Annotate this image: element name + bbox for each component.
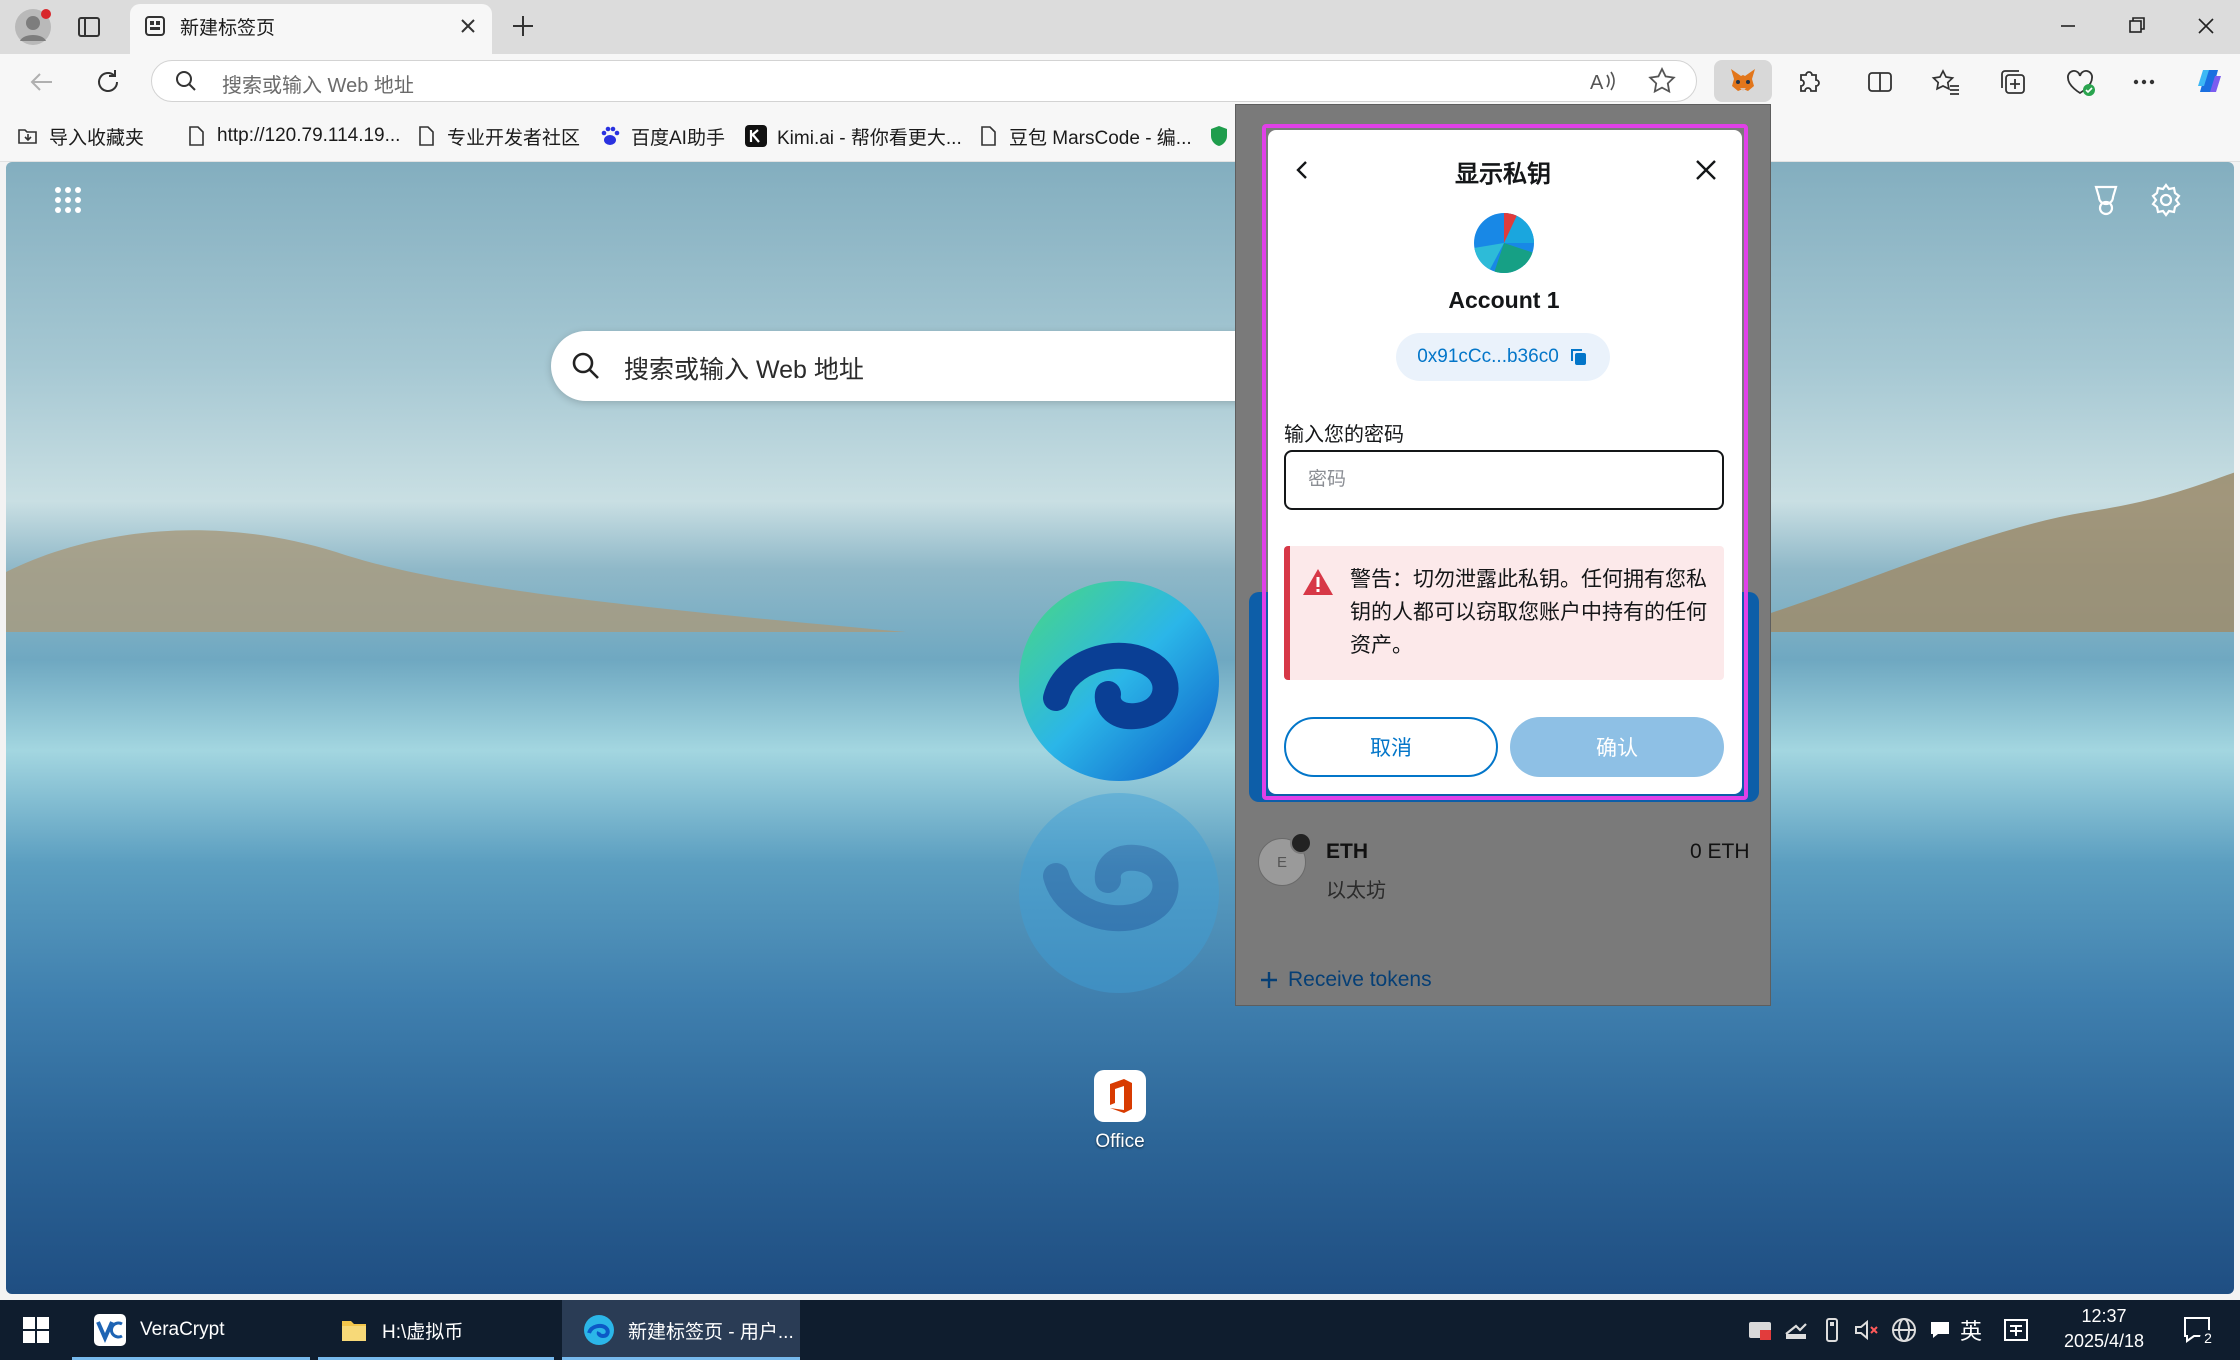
- baidu-paw-icon: [598, 124, 622, 148]
- address-bar-placeholder: 搜索或输入 Web 地址: [222, 75, 414, 97]
- input-method-icon[interactable]: [2002, 1316, 2030, 1344]
- folder-icon: [338, 1314, 370, 1346]
- tab-actions-icon[interactable]: [72, 10, 106, 44]
- veracrypt-icon: [92, 1312, 128, 1348]
- refresh-icon[interactable]: [90, 64, 126, 100]
- new-tab-search-placeholder: 搜索或输入 Web 地址: [624, 356, 864, 384]
- tab-title: 新建标签页: [180, 18, 276, 39]
- input-language-indicator[interactable]: 英: [1960, 1314, 1982, 1346]
- tray-network-tool-icon[interactable]: [1782, 1316, 1810, 1344]
- page-icon: [414, 124, 438, 148]
- clock-date: 2025/4/18: [2063, 1331, 2145, 1351]
- restore-icon[interactable]: [2118, 10, 2154, 42]
- account-address: 0x91cCc...b36c0: [1417, 346, 1559, 367]
- bookmark-ip-address[interactable]: http://120.79.114.19...: [184, 122, 400, 150]
- taskbar-app-label: 新建标签页 - 用户...: [628, 1321, 794, 1343]
- minimize-icon[interactable]: [2050, 10, 2086, 42]
- token-subtitle: 以太坊: [1326, 880, 1386, 902]
- edge-logo-reflection: [1016, 790, 1222, 996]
- bookmark-marscode[interactable]: 豆包 MarsCode - 编...: [976, 122, 1192, 150]
- split-screen-icon[interactable]: [1864, 66, 1896, 98]
- edge-logo-icon: [1016, 578, 1222, 784]
- bookmark-label: 百度AI助手: [631, 127, 725, 149]
- chat-bubble-icon[interactable]: [1926, 1316, 1954, 1344]
- browser-essentials-icon[interactable]: [2064, 66, 2096, 98]
- favorites-icon[interactable]: [1930, 66, 1962, 98]
- bookmark-kimi[interactable]: Kimi.ai - 帮你看更大...: [744, 122, 962, 150]
- notification-center-icon[interactable]: 2: [2180, 1312, 2216, 1348]
- bookmark-label: http://120.79.114.19...: [217, 125, 401, 146]
- password-label: 输入您的密码: [1284, 424, 1404, 446]
- shield-bookmark-icon[interactable]: [1208, 124, 1230, 148]
- window-close-icon[interactable]: [2188, 10, 2224, 42]
- svg-text:A: A: [1590, 72, 1604, 94]
- volume-muted-icon[interactable]: [1852, 1316, 1880, 1344]
- extensions-puzzle-icon[interactable]: [1792, 66, 1824, 98]
- taskbar-app-edge[interactable]: 新建标签页 - 用户...: [562, 1300, 800, 1360]
- new-tab-plus-icon[interactable]: [508, 11, 538, 41]
- search-icon: [174, 69, 198, 93]
- confirm-button[interactable]: 确认: [1510, 717, 1724, 777]
- receive-tokens-label: Receive tokens: [1288, 968, 1432, 991]
- search-icon: [570, 350, 602, 382]
- warning-triangle-icon: [1302, 567, 1334, 597]
- cancel-button[interactable]: 取消: [1284, 717, 1498, 777]
- rewards-trophy-icon[interactable]: [2088, 182, 2124, 218]
- profile-notification-dot: [41, 9, 51, 19]
- usb-drive-icon[interactable]: [1818, 1316, 1846, 1344]
- page-icon: [976, 124, 1000, 148]
- page-icon: [184, 124, 208, 148]
- back-arrow-icon[interactable]: [24, 64, 60, 100]
- page-settings-gear-icon[interactable]: [2148, 182, 2184, 218]
- import-folder-icon: [16, 124, 40, 148]
- tray-app-icon[interactable]: [1746, 1316, 1774, 1344]
- token-name[interactable]: ETH: [1326, 840, 1368, 864]
- office-shortcut-label: Office: [1095, 1131, 1145, 1152]
- kimi-icon: [744, 124, 768, 148]
- back-chevron-icon[interactable]: [1290, 157, 1316, 183]
- account-address-pill[interactable]: 0x91cCc...b36c0: [1396, 333, 1610, 381]
- taskbar-app-folder[interactable]: H:\虚拟币: [318, 1300, 554, 1360]
- warning-text: 警告：切勿泄露此私钥。任何拥有您私钥的人都可以窃取您账户中持有的任何资产。: [1350, 568, 1707, 657]
- read-aloud-icon[interactable]: A: [1586, 65, 1618, 97]
- metamask-extension-button[interactable]: [1714, 60, 1772, 102]
- bookmark-label: 豆包 MarsCode - 编...: [1009, 127, 1192, 149]
- notification-count: 2: [2204, 1330, 2212, 1346]
- taskbar-app-label: VeraCrypt: [140, 1319, 225, 1340]
- new-tab-page-icon: [144, 15, 166, 37]
- account-name: Account 1: [1448, 287, 1560, 313]
- apps-grid-icon[interactable]: [50, 182, 86, 218]
- account-avatar: [1474, 213, 1534, 273]
- plus-icon: [1258, 969, 1280, 991]
- collections-icon[interactable]: [1997, 66, 2029, 98]
- copilot-icon[interactable]: [2190, 62, 2228, 100]
- edge-icon: [582, 1313, 616, 1347]
- bookmark-developer-community[interactable]: 专业开发者社区: [414, 122, 580, 150]
- close-icon[interactable]: [1692, 156, 1720, 184]
- taskbar-clock[interactable]: 12:37 2025/4/18: [2054, 1304, 2154, 1354]
- bookmark-label: 专业开发者社区: [447, 127, 581, 149]
- password-input[interactable]: [1284, 450, 1724, 510]
- token-balance: 0 ETH: [1690, 840, 1750, 863]
- receive-tokens-link[interactable]: Receive tokens: [1258, 968, 1432, 992]
- dialog-title: 显示私钥: [1455, 161, 1551, 188]
- windows-start-icon[interactable]: [22, 1316, 50, 1344]
- copy-icon[interactable]: [1569, 347, 1589, 367]
- favorite-star-icon[interactable]: [1646, 65, 1678, 97]
- bookmark-import-favorites[interactable]: 导入收藏夹: [16, 122, 144, 150]
- network-badge-icon: [1290, 832, 1312, 854]
- taskbar-app-veracrypt[interactable]: VeraCrypt: [72, 1300, 310, 1360]
- bookmark-baidu-ai[interactable]: 百度AI助手: [598, 122, 725, 150]
- bookmark-label: Kimi.ai - 帮你看更大...: [777, 127, 962, 149]
- clock-time: 12:37: [2081, 1306, 2127, 1326]
- tab-close-icon[interactable]: [456, 14, 480, 38]
- globe-network-icon[interactable]: [1890, 1316, 1918, 1344]
- bookmark-label: 导入收藏夹: [49, 127, 145, 149]
- more-options-icon[interactable]: [2128, 66, 2160, 98]
- taskbar-app-label: H:\虚拟币: [382, 1321, 464, 1343]
- office-shortcut-tile[interactable]: [1094, 1070, 1146, 1122]
